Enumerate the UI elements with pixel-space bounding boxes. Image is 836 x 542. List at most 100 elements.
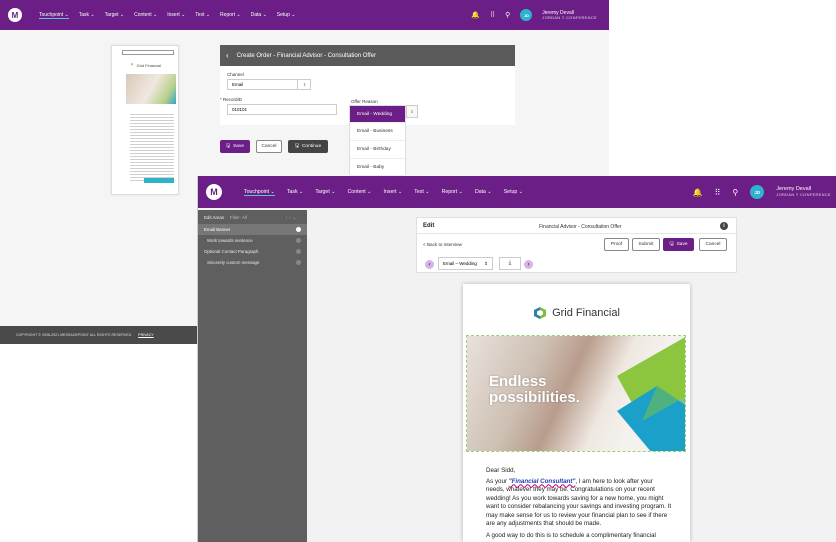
editor-menu-setup[interactable]: Setup ⌄	[504, 189, 523, 196]
email-brand-name: Grid Financial	[552, 307, 620, 319]
search-icon[interactable]: ⚲	[505, 11, 510, 19]
menu-insert[interactable]: Insert ⌄	[167, 12, 185, 19]
grid-icon[interactable]: ⠿	[490, 11, 495, 19]
editor-search-icon[interactable]: ⚲	[732, 188, 738, 197]
prev-variant-icon[interactable]: ‹	[425, 260, 434, 269]
email-banner[interactable]: Endless possibilities.	[466, 335, 686, 452]
editor-user-org: JORDAN ≡ CONFERENCE	[776, 191, 831, 197]
variant-stepper-icon: ⇕	[484, 260, 488, 266]
email-preview: Grid Financial Endless possibilities. De…	[463, 284, 690, 542]
sidebar-title: Edit Areas	[204, 214, 225, 220]
editor-bell-icon[interactable]: 🔔	[693, 188, 703, 197]
edit-heading: Edit	[423, 223, 435, 229]
continue-button[interactable]: 🖫 Continue	[288, 140, 328, 153]
editor-avatar[interactable]: JD	[750, 185, 765, 199]
next-variant-icon[interactable]: ›	[524, 260, 533, 269]
menu-task[interactable]: Task ⌄	[79, 12, 95, 19]
record-label: RecordID	[220, 97, 242, 102]
editor-menu-text[interactable]: Text ⌄	[414, 189, 429, 196]
editor-app-logo[interactable]: M	[206, 184, 222, 200]
email-paragraph-1: As your "Financial Consultant", I am her…	[486, 478, 672, 529]
editor-save-icon: 🖫	[669, 241, 674, 247]
record-value: 010101	[232, 107, 248, 112]
editor-nav-right: 🔔 ⠿ ⚲ JD Jeremy Devall JORDAN ≡ CONFEREN…	[693, 185, 836, 199]
cancel-button[interactable]: Cancel	[256, 140, 282, 153]
area-optional-contact[interactable]: Optional Contact Paragraph	[198, 246, 307, 257]
offer-reason-dropdown: Email - Wedding Email - Business Email -…	[349, 105, 406, 176]
area-email-banner[interactable]: Email Banner	[198, 224, 307, 235]
menu-data[interactable]: Data ⌄	[251, 12, 267, 19]
bell-icon[interactable]: 🔔	[471, 11, 480, 19]
menu-report[interactable]: Report ⌄	[220, 12, 241, 19]
app-logo[interactable]: M	[8, 8, 22, 22]
save-button[interactable]: 🖫 Save	[220, 140, 250, 153]
thumbnail-select[interactable]	[122, 50, 174, 55]
continue-icon: 🖫	[294, 143, 299, 149]
variant-select[interactable]: Email – Wedding ⇕	[438, 257, 493, 270]
back-chevron-icon[interactable]: ‹	[226, 51, 229, 60]
editor-menu-report[interactable]: Report ⌄	[442, 189, 463, 196]
editor-menu-target[interactable]: Target ⌄	[315, 189, 335, 196]
offer-stepper-icon[interactable]: ⇕	[406, 105, 418, 118]
option-wedding[interactable]: Email - Wedding	[350, 106, 405, 123]
editor-menu-content[interactable]: Content ⌄	[348, 189, 372, 196]
nav-right: 🔔 ⠿ ⚲ JD Jeremy Devall JORDAN ≡ CONFEREN…	[471, 9, 609, 21]
privacy-link[interactable]: PRIVACY	[138, 333, 154, 337]
editor-main-menu: Touchpoint ⌄ Task ⌄ Target ⌄ Content ⌄ I…	[244, 189, 523, 196]
editor-menu-insert[interactable]: Insert ⌄	[384, 189, 403, 196]
menu-content[interactable]: Content ⌄	[134, 12, 157, 19]
option-business[interactable]: Email - Business	[350, 123, 405, 141]
thumbnail-brand: Grid Financial	[136, 62, 162, 68]
submit-button[interactable]: Submit	[632, 238, 660, 251]
editor-menu-task[interactable]: Task ⌄	[287, 189, 303, 196]
email-paragraph-2: A good way to do this is to schedule a c…	[486, 531, 656, 539]
editor-menu-touchpoint[interactable]: Touchpoint ⌄	[244, 189, 275, 196]
thumbnail-text	[130, 112, 174, 182]
editor-user-info[interactable]: Jeremy Devall JORDAN ≡ CONFERENCE	[776, 186, 831, 197]
menu-text[interactable]: Text ⌄	[195, 12, 210, 19]
email-body[interactable]: Dear Sidd, As your "Financial Consultant…	[486, 467, 672, 540]
collapse-arrow-icon[interactable]: ‹ ·· ←	[286, 215, 297, 220]
para1-end: , I am here to look after your needs, wh…	[486, 477, 672, 528]
area-label: Email Banner	[204, 227, 231, 232]
offer-reason-label: Offer Reason	[351, 99, 378, 104]
financial-consultant-field[interactable]: "Financial Consultant"	[509, 478, 576, 485]
area-label: Optional Contact Paragraph	[204, 249, 259, 254]
back-to-interview-link[interactable]: < Back to Interview	[423, 242, 462, 247]
editor-cancel-button[interactable]: Cancel	[699, 238, 727, 251]
area-work-towards[interactable]: Work towards sentence	[198, 235, 307, 246]
copyright-text: COPYRIGHT © 2006-2021 MESSAGEPOINT ALL R…	[16, 333, 133, 337]
editor-grid-icon[interactable]: ⠿	[715, 188, 721, 197]
area-sincerely[interactable]: Sincerely custom message	[198, 257, 307, 268]
order-header: ‹ Create Order - Financial Advisor - Con…	[220, 45, 515, 66]
continue-label: Continue	[301, 144, 322, 149]
record-input[interactable]: 010101	[227, 104, 337, 115]
user-info[interactable]: Jeremy Devall JORDAN ≡ CONFERENCE	[542, 10, 597, 21]
channel-value: Email	[232, 82, 244, 87]
variant-value: Email – Wedding	[443, 261, 477, 266]
status-dot	[296, 249, 301, 254]
menu-target[interactable]: Target ⌄	[105, 12, 124, 19]
channel-stepper-icon[interactable]: ⇕	[297, 79, 311, 90]
document-title: Financial Advisor - Consultation Offer	[539, 224, 622, 230]
status-dot	[296, 238, 301, 243]
banner-line-2: possibilities.	[489, 388, 580, 406]
status-dot	[296, 227, 301, 232]
para1-start: As your	[486, 477, 509, 485]
menu-touchpoint[interactable]: Touchpoint ⌄	[39, 12, 69, 19]
option-baby[interactable]: Email - Baby	[350, 159, 405, 176]
info-icon[interactable]: i	[720, 222, 728, 230]
avatar[interactable]: JD	[520, 9, 533, 21]
filter-dropdown[interactable]: Filter: All	[230, 215, 247, 220]
area-label: Sincerely custom message	[204, 260, 259, 265]
download-icon[interactable]: ⤓	[499, 257, 521, 270]
menu-setup[interactable]: Setup ⌄	[277, 12, 296, 19]
editor-menu-data[interactable]: Data ⌄	[475, 189, 492, 196]
grid-logo-icon: ◐	[130, 62, 135, 68]
editor-toolbar-card: Edit Financial Advisor - Consultation Of…	[416, 217, 738, 273]
editor-save-label: Save	[676, 242, 688, 247]
proof-button[interactable]: Proof	[604, 238, 629, 251]
user-org: JORDAN ≡ CONFERENCE	[542, 14, 597, 20]
option-birthday[interactable]: Email - Birthday	[350, 141, 405, 159]
editor-save-button[interactable]: 🖫 Save	[663, 238, 694, 251]
